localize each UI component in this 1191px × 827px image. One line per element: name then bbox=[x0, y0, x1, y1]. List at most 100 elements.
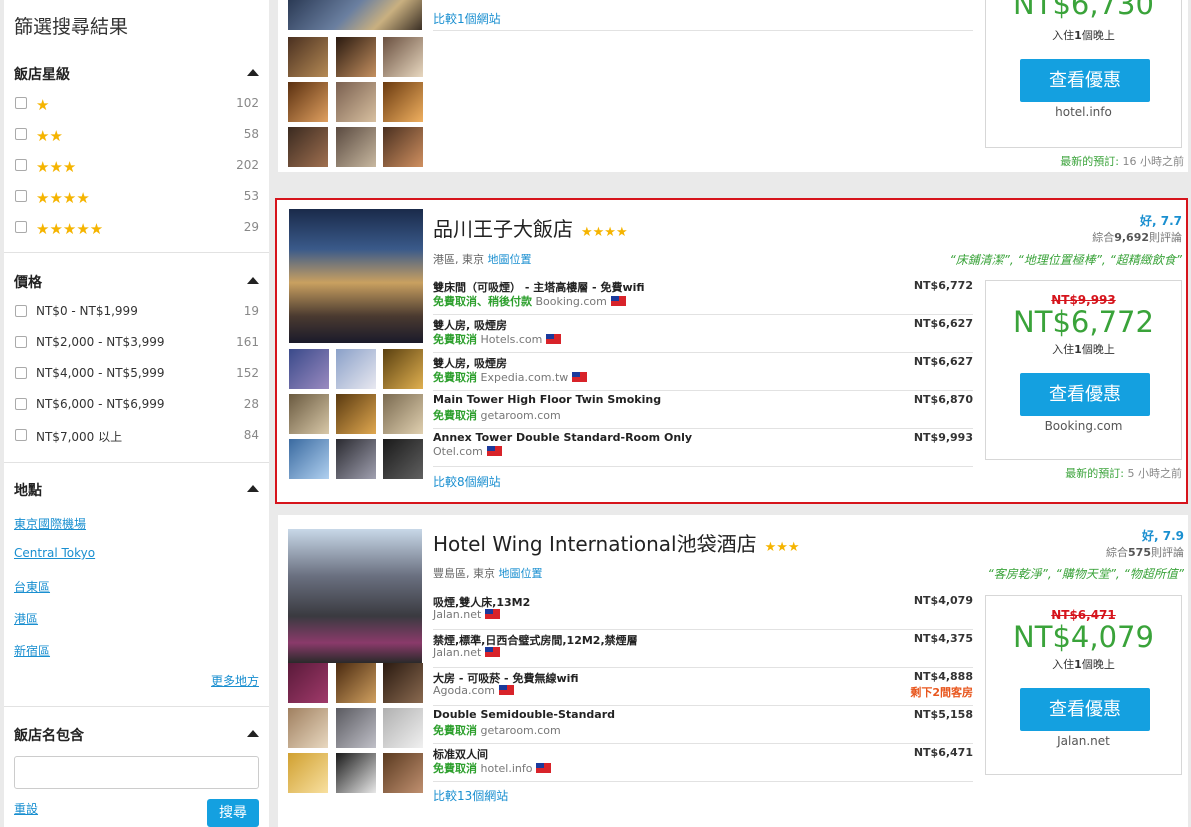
hotel-thumbnail[interactable] bbox=[383, 127, 423, 167]
hotel-name[interactable]: Hotel Wing International池袋酒店 ★★★ bbox=[433, 528, 800, 557]
provider-name: Jalan.net bbox=[1057, 734, 1110, 748]
hotel-thumbnail[interactable] bbox=[288, 127, 328, 167]
review-count[interactable]: 綜合9,692則評論 bbox=[1092, 229, 1182, 245]
star-filter-heading: 飯店星級 bbox=[14, 67, 70, 83]
hotel-thumbnail[interactable] bbox=[336, 394, 376, 434]
collapse-arrow-icon[interactable] bbox=[247, 277, 259, 284]
divider bbox=[4, 462, 269, 463]
collapse-arrow-icon[interactable] bbox=[247, 485, 259, 492]
location-link-taito[interactable]: 台東區 bbox=[14, 578, 50, 595]
map-link[interactable]: 地圖位置 bbox=[488, 253, 532, 266]
hotel-thumbnail[interactable] bbox=[383, 663, 423, 703]
hotel-thumbnail[interactable] bbox=[336, 753, 376, 793]
checkbox[interactable] bbox=[15, 305, 27, 317]
hotel-thumbnail[interactable] bbox=[288, 663, 328, 703]
view-deal-button[interactable]: 查看優惠 bbox=[1020, 373, 1150, 416]
price-filter-heading: 價格 bbox=[14, 275, 42, 291]
price-filter-1[interactable]: NT$0 - NT$1,999 19 bbox=[14, 302, 259, 322]
checkbox[interactable] bbox=[15, 97, 27, 109]
hotel-thumbnail[interactable] bbox=[336, 37, 376, 77]
per-night-label: 入住1個晚上 bbox=[1052, 343, 1115, 356]
compare-sites-link[interactable]: 比較8個網站 bbox=[433, 473, 501, 490]
offer-row[interactable]: 雙人房, 吸煙房 免費取消 Expedia.com.tw NT$6,627 bbox=[433, 353, 973, 391]
checkbox[interactable] bbox=[15, 398, 27, 410]
hotel-thumbnail[interactable] bbox=[336, 127, 376, 167]
price-filter-2[interactable]: NT$2,000 - NT$3,999 161 bbox=[14, 333, 259, 353]
offer-row[interactable]: Double Semidouble-Standard 免費取消 getaroom… bbox=[433, 706, 973, 744]
hotel-thumbnail[interactable] bbox=[383, 349, 423, 389]
offer-row[interactable]: 雙床間（可吸煙） - 主塔高樓層 - 免費wifi 免費取消、稍後付款 Book… bbox=[433, 277, 973, 315]
star-filter-1[interactable]: ★ 102 bbox=[14, 94, 259, 114]
hotel-thumbnail[interactable] bbox=[336, 663, 376, 703]
hotel-thumbnail[interactable] bbox=[336, 82, 376, 122]
offer-row[interactable]: Main Tower High Floor Twin Smoking 免費取消 … bbox=[433, 391, 973, 429]
checkbox[interactable] bbox=[15, 221, 27, 233]
star-filter-5[interactable]: ★★★★★ 29 bbox=[14, 218, 259, 238]
offer-row[interactable]: Annex Tower Double Standard-Room Only Ot… bbox=[433, 429, 973, 467]
compare-sites-link[interactable]: 比較13個網站 bbox=[433, 787, 508, 804]
free-cancel: 免費取消 bbox=[433, 724, 477, 737]
hotel-thumbnail[interactable] bbox=[288, 753, 328, 793]
free-cancel: 免費取消 bbox=[433, 333, 477, 346]
hotel-thumbnail[interactable] bbox=[383, 753, 423, 793]
hotel-main-photo[interactable] bbox=[289, 209, 423, 343]
price-filter-5[interactable]: NT$7,000 以上 84 bbox=[14, 426, 259, 446]
hotel-thumbnail[interactable] bbox=[383, 82, 423, 122]
provider: Booking.com bbox=[535, 295, 607, 308]
hotel-thumbnail[interactable] bbox=[288, 37, 328, 77]
hotel-thumbnail[interactable] bbox=[336, 349, 376, 389]
star-filter-2[interactable]: ★★ 58 bbox=[14, 125, 259, 145]
hotel-thumbnail[interactable] bbox=[336, 439, 376, 479]
hotel-thumbnail[interactable] bbox=[383, 708, 423, 748]
view-deal-button[interactable]: 查看優惠 bbox=[1020, 688, 1150, 731]
provider-name: hotel.info bbox=[1055, 105, 1112, 119]
hotel-thumbnail[interactable] bbox=[383, 394, 423, 434]
hotel-name[interactable]: 品川王子大飯店 ★★★★ bbox=[433, 213, 628, 242]
search-button[interactable]: 搜尋 bbox=[207, 799, 259, 827]
price-filter-4[interactable]: NT$6,000 - NT$6,999 28 bbox=[14, 395, 259, 415]
offer-row[interactable]: 禁煙,標準,日西合璧式房間,12M2,禁煙層 Jalan.net NT$4,37… bbox=[433, 630, 973, 668]
reset-link[interactable]: 重設 bbox=[14, 800, 38, 817]
offer-row[interactable]: 大房 - 可吸菸 - 免費無線wifi Agoda.com NT$4,888 剩… bbox=[433, 668, 973, 706]
offer-row[interactable]: 雙人房, 吸煙房 免費取消 Hotels.com NT$6,627 bbox=[433, 315, 973, 353]
taiwan-flag-icon bbox=[610, 296, 626, 306]
hotel-main-photo[interactable] bbox=[288, 0, 422, 30]
checkbox[interactable] bbox=[15, 367, 27, 379]
hotel-thumbnail[interactable] bbox=[336, 708, 376, 748]
offer-row[interactable]: 标准双人间 免費取消 hotel.info NT$6,471 bbox=[433, 744, 973, 782]
location-link-haneda[interactable]: 東京國際機場 bbox=[14, 515, 86, 532]
price-filter-3[interactable]: NT$4,000 - NT$5,999 152 bbox=[14, 364, 259, 384]
provider: Jalan.net bbox=[433, 646, 482, 659]
hotel-thumbnail[interactable] bbox=[383, 439, 423, 479]
collapse-arrow-icon[interactable] bbox=[247, 69, 259, 76]
star-filter-3[interactable]: ★★★ 202 bbox=[14, 156, 259, 176]
checkbox[interactable] bbox=[15, 336, 27, 348]
offer-row[interactable]: 吸煙,雙人床,13M2 Jalan.net NT$4,079 bbox=[433, 592, 973, 630]
location-link-minato[interactable]: 港區 bbox=[14, 610, 38, 627]
star-filter-4[interactable]: ★★★★ 53 bbox=[14, 187, 259, 207]
hotel-thumbnail[interactable] bbox=[289, 394, 329, 434]
review-count[interactable]: 綜合575則評論 bbox=[1106, 544, 1184, 560]
hotel-main-photo[interactable] bbox=[288, 529, 422, 663]
view-deal-button[interactable]: 查看優惠 bbox=[1020, 59, 1150, 102]
checkbox[interactable] bbox=[15, 429, 27, 441]
hotel-thumbnail[interactable] bbox=[288, 708, 328, 748]
free-cancel: 免費取消、稍後付款 bbox=[433, 295, 532, 308]
hotel-name-input[interactable] bbox=[14, 756, 259, 789]
checkbox[interactable] bbox=[15, 159, 27, 171]
checkbox[interactable] bbox=[15, 128, 27, 140]
filter-sidebar: 篩選搜尋結果 飯店星級 ★ 102 ★★ 58 ★★★ 202 ★★★★ 53 … bbox=[4, 0, 269, 827]
hotel-thumbnail[interactable] bbox=[289, 439, 329, 479]
location-link-shinjuku[interactable]: 新宿區 bbox=[14, 642, 50, 659]
divider bbox=[4, 252, 269, 253]
more-locations-link[interactable]: 更多地方 bbox=[211, 672, 259, 689]
location-link-central-tokyo[interactable]: Central Tokyo bbox=[14, 546, 95, 560]
compare-sites-link[interactable]: 比較1個網站 bbox=[433, 10, 501, 27]
hotel-thumbnail[interactable] bbox=[289, 349, 329, 389]
checkbox[interactable] bbox=[15, 190, 27, 202]
collapse-arrow-icon[interactable] bbox=[247, 730, 259, 737]
hotel-thumbnail[interactable] bbox=[383, 37, 423, 77]
star-icons: ★★ bbox=[36, 127, 63, 145]
map-link[interactable]: 地圖位置 bbox=[499, 567, 543, 580]
hotel-thumbnail[interactable] bbox=[288, 82, 328, 122]
